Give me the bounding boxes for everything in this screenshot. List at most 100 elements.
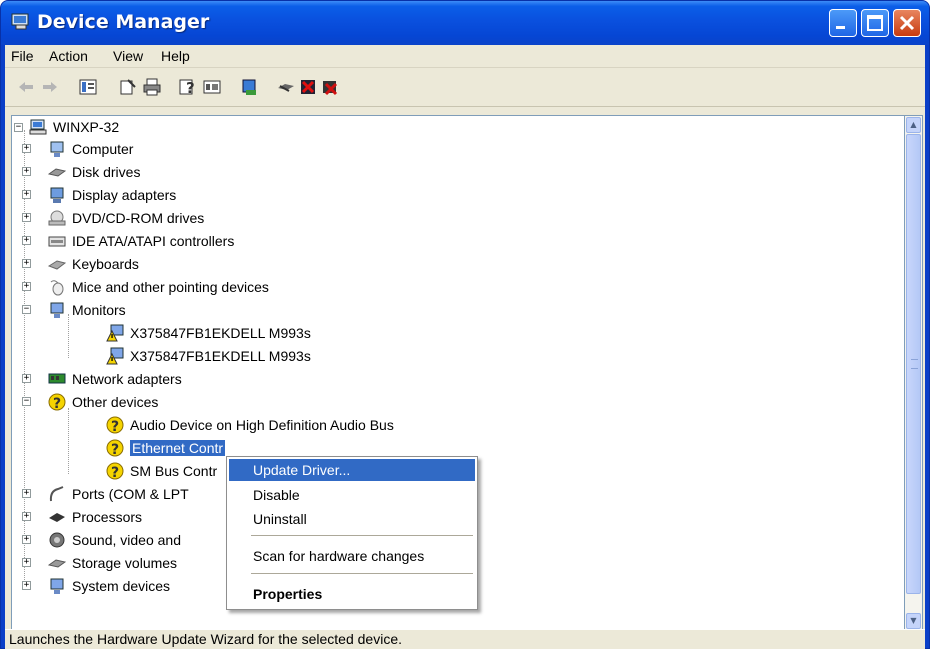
expand-expander[interactable]: + — [22, 259, 31, 268]
scroll-grip-icon — [911, 359, 918, 369]
window-title: Device Manager — [37, 11, 210, 33]
tree-item-label: System devices — [72, 578, 171, 594]
expand-expander[interactable]: + — [22, 213, 31, 222]
unknown-device-icon: ? — [48, 393, 66, 411]
sound-icon — [49, 532, 65, 548]
collapse-expander[interactable]: − — [22, 397, 31, 406]
tree-item-label: X375847FB1EKDELL M993s — [130, 325, 311, 341]
tree-item-sm-bus-controller[interactable]: ? SM Bus Contr — [106, 460, 217, 482]
uninstall-device-icon[interactable] — [321, 78, 339, 96]
menu-help[interactable]: Help — [161, 48, 190, 64]
collapse-expander[interactable]: − — [22, 305, 31, 314]
vertical-scrollbar[interactable]: ▲ ▼ — [905, 115, 923, 631]
collapse-expander[interactable]: − — [14, 122, 23, 132]
expand-expander[interactable]: + — [22, 282, 31, 291]
tree-item-system-devices[interactable]: + System devices — [22, 575, 171, 597]
port-icon — [49, 486, 64, 502]
status-bar: Launches the Hardware Update Wizard for … — [5, 629, 925, 649]
tree-item-monitors[interactable]: − Monitors — [22, 299, 126, 321]
scan-hardware-icon[interactable] — [241, 78, 259, 96]
tree-item-label: Mice and other pointing devices — [72, 279, 269, 295]
tree-item-label: Keyboards — [72, 256, 139, 272]
menu-file[interactable]: File — [11, 48, 34, 64]
minimize-button[interactable] — [829, 9, 857, 37]
svg-text:?: ? — [111, 419, 119, 434]
tree-item-label: Monitors — [72, 302, 126, 318]
tree-item-label: Storage volumes — [72, 555, 178, 571]
back-icon[interactable] — [17, 78, 35, 96]
computer-icon — [50, 141, 64, 157]
svg-text:?: ? — [111, 442, 119, 457]
forward-icon[interactable] — [41, 78, 59, 96]
tree-item-mice[interactable]: + Mice and other pointing devices — [22, 276, 269, 298]
unknown-device-icon: ? — [106, 416, 124, 434]
menu-action[interactable]: Action — [49, 48, 88, 64]
print-icon[interactable] — [143, 78, 161, 96]
tree-item-keyboards[interactable]: + Keyboards — [22, 253, 139, 275]
scroll-thumb[interactable] — [906, 134, 921, 594]
menu-item-disable[interactable]: Disable — [229, 484, 475, 506]
tree-item-monitor-device[interactable]: X375847FB1EKDELL M993s — [106, 322, 311, 344]
tree-item-label: X375847FB1EKDELL M993s — [130, 348, 311, 364]
keyboard-icon — [48, 260, 66, 270]
maximize-icon — [867, 15, 883, 31]
expand-expander[interactable]: + — [22, 535, 31, 544]
tree-item-other-devices[interactable]: − ? Other devices — [22, 391, 158, 413]
show-hide-console-tree-icon[interactable] — [79, 78, 97, 96]
expand-expander[interactable]: + — [22, 558, 31, 567]
warning-monitor-icon — [106, 347, 124, 365]
svg-text:?: ? — [53, 396, 61, 411]
tree-item-ethernet-controller[interactable]: ? Ethernet Contr — [106, 437, 226, 459]
tree-item-display-adapters[interactable]: + Display adapters — [22, 184, 176, 206]
menu-item-uninstall[interactable]: Uninstall — [229, 508, 475, 530]
expand-expander[interactable]: + — [22, 190, 31, 199]
expand-expander[interactable]: + — [22, 581, 31, 590]
close-button[interactable] — [893, 9, 921, 37]
expand-expander[interactable]: + — [22, 489, 31, 498]
tree-item-audio-device[interactable]: ? Audio Device on High Definition Audio … — [106, 414, 394, 436]
tree-item-storage-volumes[interactable]: + Storage volumes — [22, 552, 178, 574]
expand-expander[interactable]: + — [22, 374, 31, 383]
close-icon — [899, 15, 915, 31]
display-adapter-icon — [50, 187, 64, 203]
tree-item-label: Computer — [72, 141, 134, 157]
warning-monitor-icon — [106, 324, 124, 342]
view-icon[interactable] — [203, 78, 221, 96]
menu-item-scan-hardware[interactable]: Scan for hardware changes — [229, 545, 475, 567]
properties-icon[interactable] — [119, 78, 137, 96]
maximize-button[interactable] — [861, 9, 889, 37]
tree-item-ide-controllers[interactable]: + IDE ATA/ATAPI controllers — [22, 230, 234, 252]
toolbar: ? — [5, 68, 925, 107]
computer-icon — [29, 119, 47, 135]
title-bar[interactable]: Device Manager — [1, 1, 929, 45]
disable-device-icon[interactable] — [299, 78, 317, 96]
help-icon[interactable]: ? — [179, 78, 197, 96]
svg-text:?: ? — [111, 465, 119, 480]
tree-item-dvd-cd-rom-drives[interactable]: + DVD/CD-ROM drives — [22, 207, 205, 229]
expand-expander[interactable]: + — [22, 167, 31, 176]
scroll-down-arrow-icon[interactable]: ▼ — [906, 613, 921, 629]
tree-item-monitor-device[interactable]: X375847FB1EKDELL M993s — [106, 345, 311, 367]
menu-item-update-driver[interactable]: Update Driver... — [229, 459, 475, 481]
tree-root[interactable]: − WINXP-32 — [12, 116, 119, 138]
menu-view[interactable]: View — [113, 48, 143, 64]
expand-expander[interactable]: + — [22, 144, 31, 153]
scroll-up-arrow-icon[interactable]: ▲ — [906, 117, 921, 133]
tree-item-disk-drives[interactable]: + Disk drives — [22, 161, 140, 183]
expand-expander[interactable]: + — [22, 512, 31, 521]
tree-item-label: Processors — [72, 509, 143, 525]
menu-item-properties[interactable]: Properties — [229, 583, 475, 605]
tree-item-network-adapters[interactable]: + Network adapters — [22, 368, 182, 390]
network-adapter-icon — [48, 373, 66, 384]
update-driver-icon[interactable] — [277, 78, 295, 96]
svg-text:?: ? — [186, 79, 195, 96]
tree-item-computer[interactable]: + Computer — [22, 138, 134, 160]
expand-expander[interactable]: + — [22, 236, 31, 245]
tree-connector — [68, 408, 69, 474]
tree-item-label: DVD/CD-ROM drives — [72, 210, 205, 226]
unknown-device-icon: ? — [106, 462, 124, 480]
tree-item-processors[interactable]: + Processors — [22, 506, 143, 528]
dvd-drive-icon — [48, 210, 66, 226]
tree-item-ports[interactable]: + Ports (COM & LPT — [22, 483, 189, 505]
tree-item-sound-video[interactable]: + Sound, video and — [22, 529, 181, 551]
